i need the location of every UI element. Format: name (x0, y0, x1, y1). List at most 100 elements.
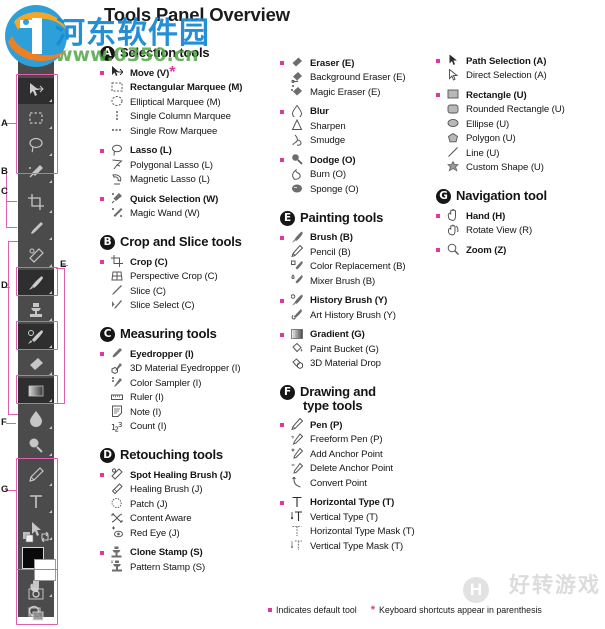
tool-list-item[interactable]: Brush (B) (280, 231, 430, 246)
tool-list-item[interactable]: 3D Material Eyedropper (I) (100, 362, 280, 377)
toolbar-spot-healing-brush-tool[interactable] (18, 243, 54, 269)
tool-list-item[interactable]: Pen (P) (280, 418, 430, 433)
tool-list-item[interactable]: Single Column Marquee (100, 110, 280, 125)
tool-list-item[interactable]: Burn (O) (280, 168, 430, 183)
tool-group: Path Selection (A) Direct Selection (A) (436, 54, 605, 83)
tool-list-item[interactable]: Move (V) * (100, 64, 280, 81)
tool-list-item[interactable]: Hand (H) (436, 209, 605, 224)
tool-list-item[interactable]: Magic Wand (W) (100, 207, 280, 222)
spot-healing-brush-icon (111, 468, 123, 480)
tool-icon (109, 270, 130, 284)
tool-list-item[interactable]: Eyedropper (I) (100, 347, 280, 362)
tool-list-item[interactable]: Mixer Brush (B) (280, 274, 430, 289)
tool-label: Smudge (310, 135, 346, 147)
tool-group: Pen (P) Freeform Pen (P) Add Anchor Point D… (280, 418, 430, 491)
tool-icon (289, 462, 310, 476)
tool-label: Freeform Pen (P) (310, 434, 383, 446)
tool-icon (445, 68, 466, 83)
tool-label: Sharpen (310, 120, 346, 132)
tool-list-item[interactable]: Lasso (L) (100, 144, 280, 159)
tool-group: Brush (B) Pencil (B) Color Replacement (B)… (280, 231, 430, 289)
tool-list-item[interactable]: Blur (280, 104, 430, 120)
toolbar-blur-tool[interactable] (18, 405, 54, 431)
tool-list-item[interactable]: Color Replacement (B) (280, 260, 430, 275)
tool-list-item[interactable]: Zoom (Z) (436, 243, 605, 258)
tool-list-item[interactable]: Horizontal Type (T) (280, 496, 430, 511)
tool-list-item[interactable]: Dodge (O) (280, 153, 430, 168)
tool-list-item[interactable]: Sponge (O) (280, 182, 430, 197)
tool-list-item[interactable]: Patch (J) (100, 497, 280, 512)
tool-list-item[interactable]: History Brush (Y) (280, 293, 430, 309)
toolbar-eyedropper-tool[interactable] (18, 216, 54, 242)
tool-list-item[interactable]: Healing Brush (J) (100, 483, 280, 498)
tool-list-item[interactable]: Magnetic Lasso (L) (100, 173, 280, 188)
tool-list-item[interactable]: Convert Point (280, 476, 430, 491)
tool-list-item[interactable]: Single Row Marquee (100, 124, 280, 139)
tool-list-item[interactable]: Ellipse (U) (436, 117, 605, 132)
tool-list-item[interactable]: Spot Healing Brush (J) (100, 468, 280, 483)
history-brush-icon (291, 293, 303, 306)
patch-icon (111, 498, 122, 509)
tool-list-item[interactable]: Clone Stamp (S) (100, 546, 280, 561)
tool-list-item[interactable]: Perspective Crop (C) (100, 270, 280, 285)
toolbar-drag-handle[interactable] (18, 44, 54, 58)
tool-list-item[interactable]: Horizontal Type Mask (T) (280, 525, 430, 540)
tool-list-item[interactable]: 3D Material Drop (280, 357, 430, 372)
asterisk-icon: * (370, 604, 375, 616)
default-tool-marker-icon (268, 608, 272, 612)
tool-label: Magic Wand (W) (130, 208, 200, 220)
tool-list-item[interactable]: Content Aware (100, 512, 280, 527)
tool-list-item[interactable]: Vertical Type Mask (T) (280, 539, 430, 554)
tool-list-item[interactable]: Pencil (B) (280, 245, 430, 260)
tool-list-item[interactable]: Polygonal Lasso (L) (100, 158, 280, 173)
toolbar-dodge-tool[interactable] (18, 432, 54, 458)
tool-list-item[interactable]: Line (U) (436, 146, 605, 161)
tool-list-item[interactable]: Quick Selection (W) (100, 192, 280, 207)
tool-list-item[interactable]: Note (I) (100, 405, 280, 420)
tool-list-item[interactable]: Smudge (280, 134, 430, 149)
tool-list-item[interactable]: Rounded Rectangle (U) (436, 103, 605, 118)
default-tool-marker-icon (280, 158, 289, 163)
tool-list-item[interactable]: Red Eye (J) (100, 526, 280, 541)
tool-list-item[interactable]: Delete Anchor Point (280, 462, 430, 477)
tool-list-item[interactable]: Rectangle (U) (436, 88, 605, 103)
column-left: A Selection tools Move (V) * Rectangular Mar… (100, 0, 280, 575)
ellipse-marquee-icon (111, 96, 123, 107)
tool-list-item[interactable]: Path Selection (A) (436, 54, 605, 69)
tool-list-item[interactable]: Direct Selection (A) (436, 68, 605, 84)
tool-list-item[interactable]: Rotate View (R) (436, 224, 605, 239)
tool-list-item[interactable]: Background Eraser (E) (280, 71, 430, 86)
tool-label: Slice Select (C) (130, 300, 195, 312)
eraser-icon (292, 57, 302, 67)
tool-list-item[interactable]: Pattern Stamp (S) (100, 560, 280, 575)
tool-list-item[interactable]: Sharpen (280, 119, 430, 134)
toolbar-crop-tool[interactable] (18, 189, 54, 215)
tool-list-item[interactable]: Eraser (E) (280, 56, 430, 71)
tool-list-item[interactable]: Color Sampler (I) (100, 376, 280, 391)
tool-group: Move (V) * Rectangular Marquee (M) Elliptic… (100, 64, 280, 139)
tool-list-item[interactable]: Slice Select (C) (100, 299, 280, 314)
toolbar-eraser-tool[interactable] (18, 351, 54, 377)
tool-list-item[interactable]: Freeform Pen (P) (280, 432, 430, 448)
tool-list-item[interactable]: Magic Eraser (E) (280, 85, 430, 100)
tool-icon (289, 119, 310, 133)
tool-list-item[interactable]: Elliptical Marquee (M) (100, 95, 280, 110)
page-title: Tools Panel Overview (104, 4, 290, 25)
toolbar-clone-stamp-tool[interactable] (18, 297, 54, 323)
tool-list-item[interactable]: Rectangular Marquee (M) (100, 81, 280, 96)
tool-label: Pencil (B) (310, 246, 351, 258)
quick-selection-icon (111, 193, 122, 204)
tool-list-item[interactable]: Art History Brush (Y) (280, 308, 430, 323)
tool-list-item[interactable]: Vertical Type (T) (280, 510, 430, 525)
tool-list-item[interactable]: Add Anchor Point (280, 447, 430, 462)
tool-list-item[interactable]: Paint Bucket (G) (280, 342, 430, 357)
tool-list-item[interactable]: Ruler (I) (100, 391, 280, 406)
tool-list-item[interactable]: Custom Shape (U) (436, 160, 605, 176)
tool-list-item[interactable]: 1 2 3 Count (I) (100, 420, 280, 435)
vertical-type-mask-icon (291, 540, 302, 551)
tool-list-item[interactable]: Polygon (U) (436, 132, 605, 147)
tool-list-item[interactable]: Slice (C) (100, 284, 280, 299)
toolbar-group-bracket-e (56, 268, 65, 404)
tool-list-item[interactable]: Gradient (G) (280, 328, 430, 343)
tool-list-item[interactable]: Crop (C) (100, 255, 280, 270)
